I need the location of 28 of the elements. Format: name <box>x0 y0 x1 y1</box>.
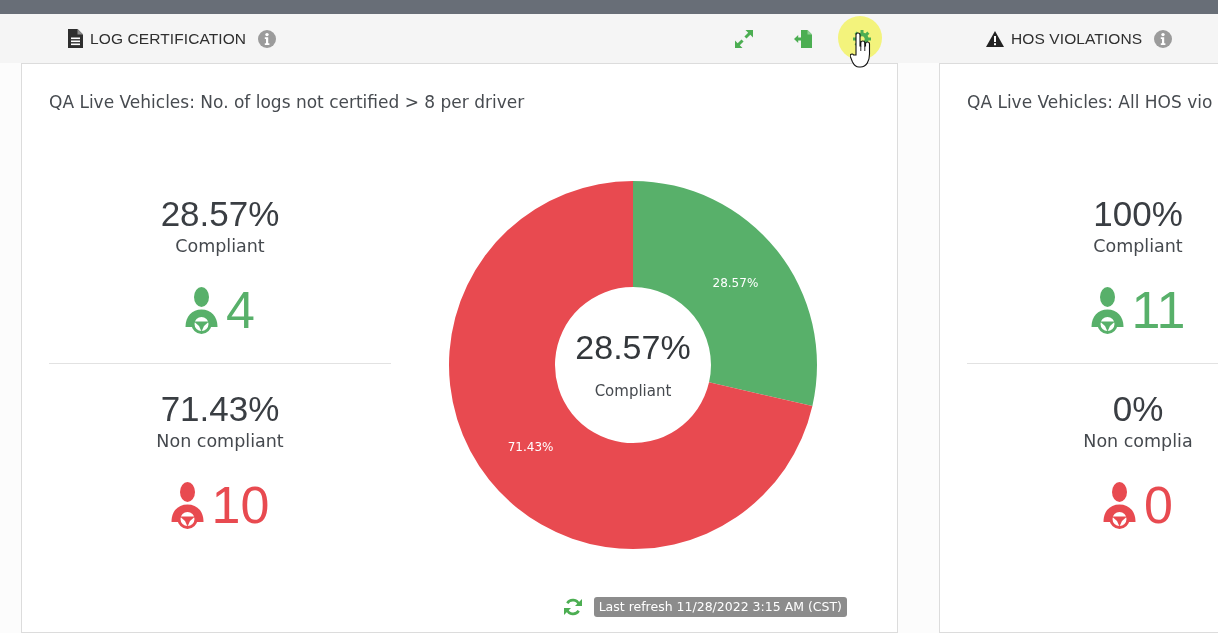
status-label: Non complia <box>1083 430 1193 453</box>
driver-count: 11 <box>1131 282 1186 338</box>
info-icon[interactable] <box>1154 29 1173 48</box>
expand-icon[interactable] <box>735 29 753 48</box>
donut-center-label: Compliant <box>594 382 672 400</box>
document-icon <box>68 29 83 48</box>
last-refresh-badge: Last refresh 11/28/2022 3:15 AM (CST) <box>593 597 847 617</box>
driver-count: 0 <box>1144 477 1173 533</box>
warning-icon <box>986 30 1004 47</box>
status-label: Compliant <box>175 235 265 258</box>
widget-title: QA Live Vehicles: No. of logs not certified > 8 per driver <box>49 91 525 114</box>
percent-value: 0% <box>1112 389 1164 429</box>
percent-value: 71.43% <box>160 389 280 429</box>
panel-title: HOS VIOLATIONS <box>1011 29 1143 48</box>
slice-label: 71.43% <box>507 439 554 454</box>
refresh-icon[interactable] <box>563 598 582 616</box>
donut-center-value: 28.57% <box>575 328 691 366</box>
panel-title: LOG CERTIFICATION <box>90 29 247 48</box>
widget-title: QA Live Vehicles: All HOS vio <box>967 91 1213 114</box>
file-arrow-icon[interactable] <box>794 29 812 48</box>
percent-value: 28.57% <box>160 194 280 234</box>
slice-label: 28.57% <box>712 276 759 291</box>
driver-count: 10 <box>211 477 270 533</box>
status-label: Compliant <box>1093 235 1183 258</box>
info-icon[interactable] <box>258 29 277 48</box>
status-label: Non compliant <box>156 430 284 453</box>
percent-value: 100% <box>1093 194 1183 234</box>
driver-count: 4 <box>226 282 255 338</box>
